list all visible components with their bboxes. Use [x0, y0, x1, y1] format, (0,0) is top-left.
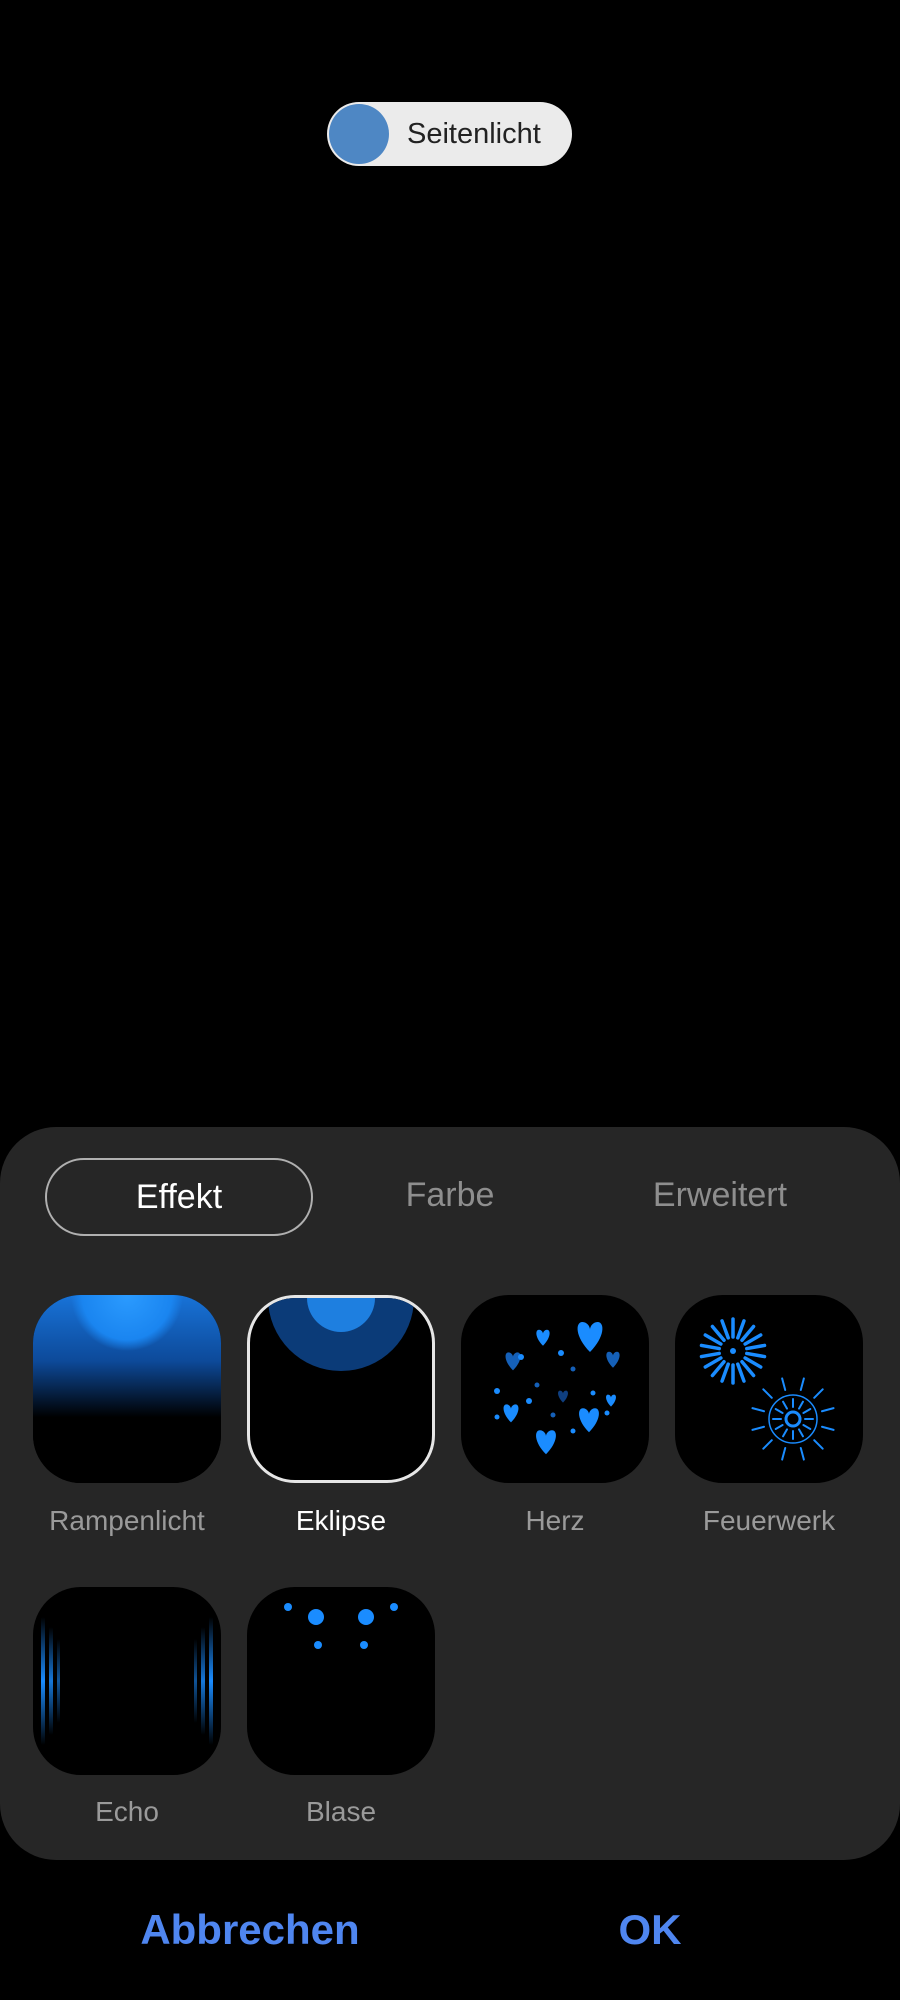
- bubble-icon: [284, 1603, 398, 1649]
- effect-tile-feuerwerk[interactable]: [675, 1295, 863, 1483]
- firework-icon: [699, 1317, 835, 1461]
- effect-label-eklipse: Eklipse: [295, 1505, 387, 1536]
- effect-label-herz: Herz: [525, 1505, 585, 1536]
- effect-label-feuerwerk: Feuerwerk: [702, 1505, 836, 1536]
- effect-tile-herz[interactable]: [461, 1295, 649, 1483]
- echo-icon: [41, 1617, 213, 1745]
- heart-icon: [494, 1322, 620, 1455]
- effect-label-blase: Blase: [305, 1796, 377, 1827]
- tab-farbe[interactable]: Farbe: [316, 1158, 584, 1236]
- edge-lighting-toggle[interactable]: Seitenlicht: [327, 102, 572, 166]
- eclipse-icon: [268, 1298, 414, 1371]
- toggle-knob: [329, 104, 389, 164]
- effect-label-rampenlicht: Rampenlicht: [49, 1505, 205, 1536]
- effect-label-echo: Echo: [95, 1796, 159, 1827]
- tab-effekt[interactable]: Effekt: [45, 1158, 313, 1236]
- effect-tile-rampenlicht[interactable]: [33, 1295, 221, 1483]
- toggle-label: Seitenlicht: [407, 118, 541, 150]
- effect-tile-echo[interactable]: [33, 1587, 221, 1775]
- effect-tile-eklipse[interactable]: [247, 1295, 435, 1483]
- ok-button[interactable]: OK: [570, 1900, 730, 1960]
- tab-erweitert[interactable]: Erweitert: [586, 1158, 854, 1236]
- effect-tile-blase[interactable]: [247, 1587, 435, 1775]
- cancel-button[interactable]: Abbrechen: [110, 1900, 390, 1960]
- effect-sheet: Effekt Farbe Erweitert Rampenlicht Eklip…: [0, 1127, 900, 1860]
- spotlight-icon: [33, 1295, 221, 1483]
